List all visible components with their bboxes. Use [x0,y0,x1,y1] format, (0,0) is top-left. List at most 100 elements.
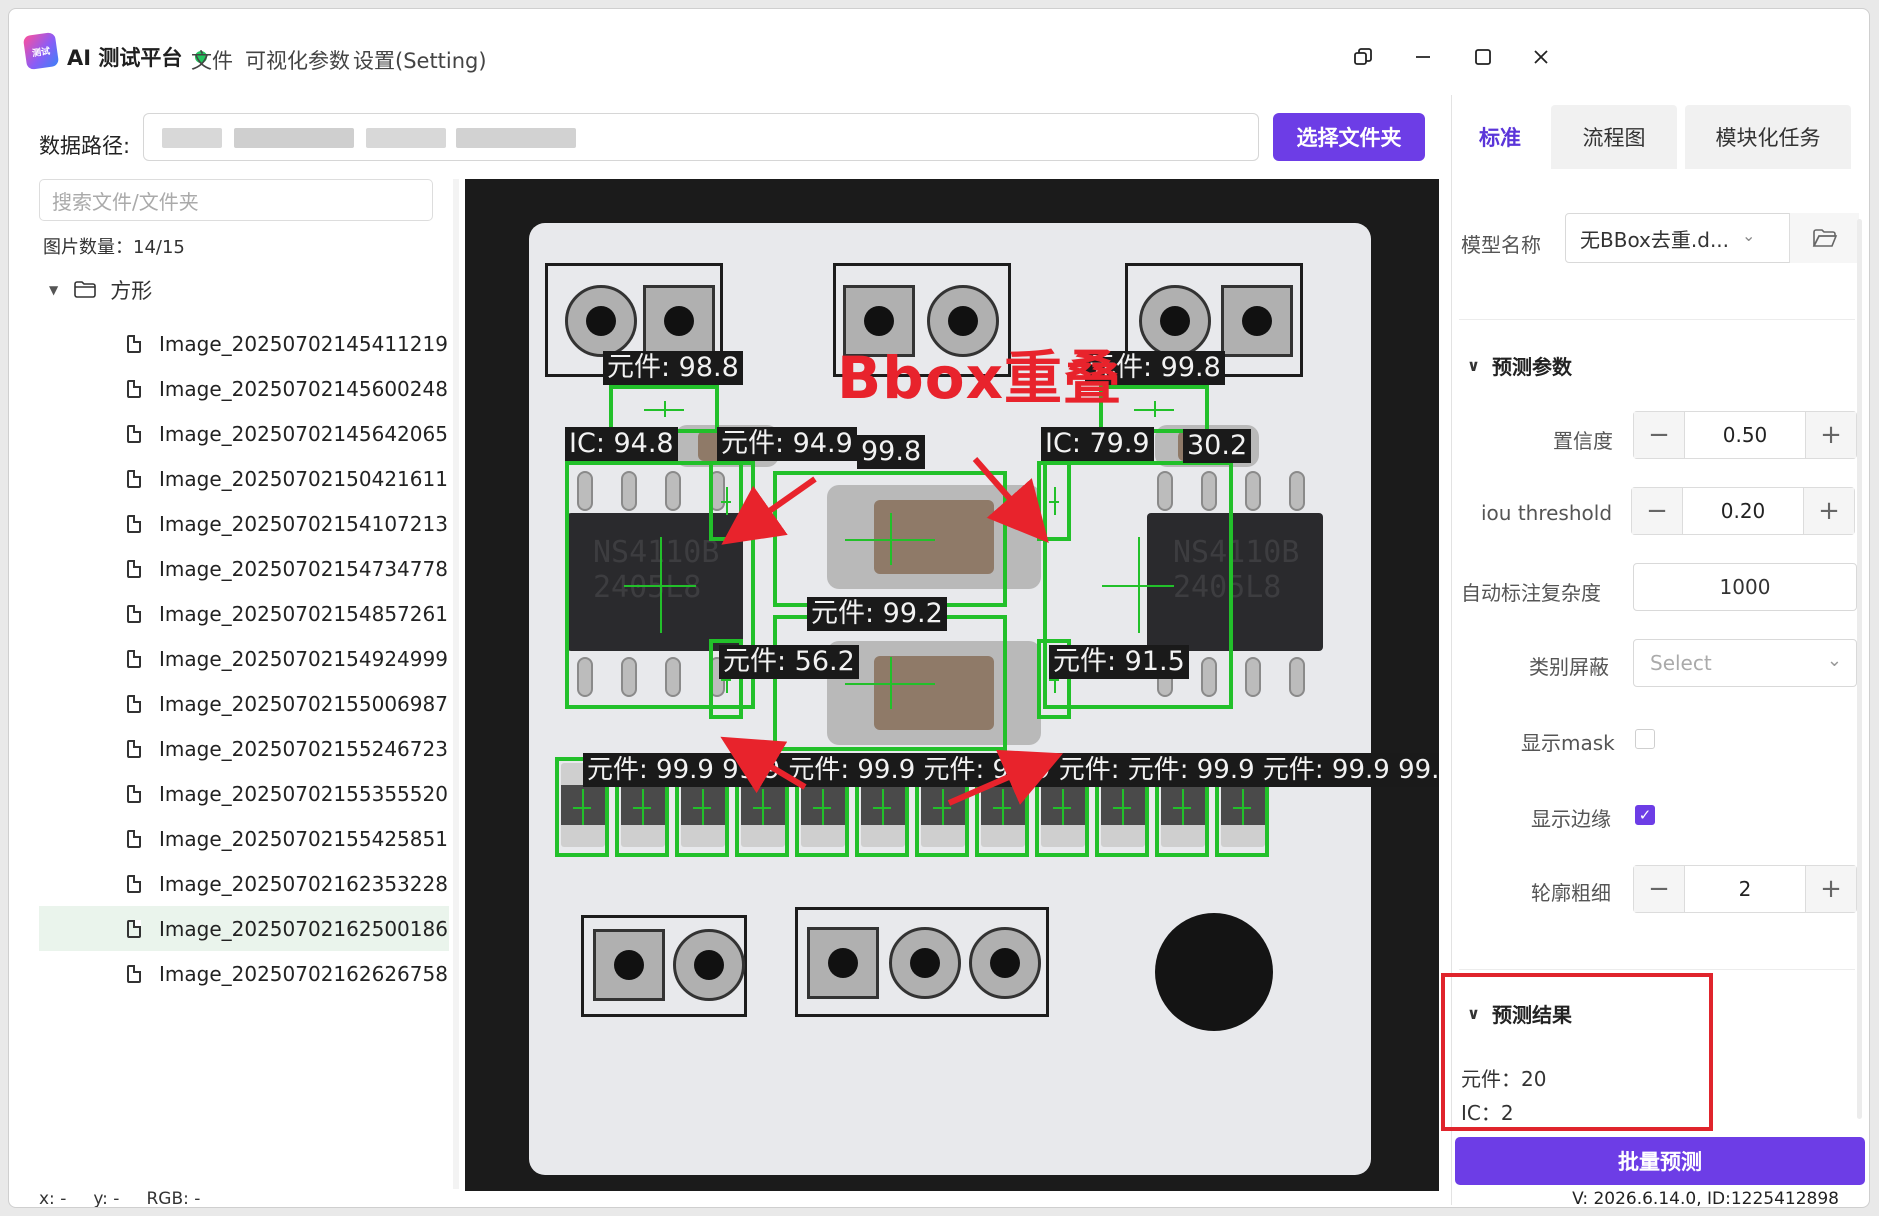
minimize-icon[interactable] [1405,39,1441,75]
iou-stepper[interactable]: − 0.20 + [1631,487,1855,535]
file-icon [127,649,141,668]
file-list-item[interactable]: Image_20250702154734778.bmp [39,546,449,591]
tree-folder-square[interactable]: ▼ 方形 [49,275,152,305]
contour-width-label: 轮廓粗细 [1531,881,1611,905]
batch-predict-button[interactable]: 批量预测 [1455,1137,1865,1185]
right-panel-scrollbar[interactable] [1857,219,1862,1119]
model-select-value: 无BBox去重.d... [1580,227,1730,252]
file-icon [127,739,141,758]
predict-params-header[interactable]: ∨ 预测参数 [1467,351,1572,380]
file-name: Image_20250702150421611.bmp [159,466,449,491]
file-list-item[interactable]: Image_20250702155355520.bmp [39,771,449,816]
menu-settings[interactable]: 设置(Setting) [353,45,487,75]
file-list-item[interactable]: Image_20250702162626758.bmp [39,951,449,996]
open-model-folder-button[interactable] [1789,213,1859,263]
separator [1459,969,1855,970]
file-name: Image_20250702154857261.bmp [159,601,449,626]
file-name: Image_20250702145600248.bmp [159,376,449,401]
file-list-item[interactable]: Image_20250702155425851.bmp [39,816,449,861]
file-name: Image_20250702162353228.bmp [159,871,449,896]
contour-width-stepper[interactable]: − 2 + [1633,865,1857,913]
show-mask-checkbox[interactable] [1635,729,1655,749]
show-edge-checkbox[interactable]: ✓ [1635,805,1655,825]
complexity-value: 1000 [1719,575,1771,599]
choose-folder-button[interactable]: 选择文件夹 [1273,113,1425,161]
right-panel-tabs: 标准 流程图 模块化任务 [1457,105,1859,169]
file-icon [127,514,141,533]
file-search-input[interactable]: 搜索文件/文件夹 [39,179,433,221]
tab-modular-task[interactable]: 模块化任务 [1685,105,1851,169]
iou-label: iou threshold [1481,501,1613,525]
file-icon [127,964,141,983]
increment-button[interactable]: + [1804,488,1854,534]
decrement-button[interactable]: − [1634,866,1684,912]
contour-width-value[interactable]: 2 [1684,866,1806,912]
iou-value[interactable]: 0.20 [1682,488,1804,534]
highlight-frame [1441,973,1713,1131]
file-name: Image_20250702145642065.bmp [159,421,449,446]
file-icon [127,919,141,938]
file-name: Image_20250702155355520.bmp [159,781,449,806]
file-list-item[interactable]: Image_20250702154924999.bmp [39,636,449,681]
file-icon [127,829,141,848]
separator [1459,319,1855,320]
app-logo-icon: 测试 [22,31,60,71]
show-mask-label: 显示mask [1521,731,1615,755]
file-icon [127,604,141,623]
file-name: Image_20250702162500186.bmp [159,916,449,941]
app-window: 测试 AI 测试平台 文件 可视化参数 设置(Setting) 数据路径: 选择… [8,8,1870,1208]
menu-visual-params[interactable]: 可视化参数 [245,45,350,75]
file-list-item[interactable]: Image_20250702154107213.bmp [39,501,449,546]
model-name-label: 模型名称 [1461,233,1541,257]
redacted-path-segment [234,128,354,148]
version-info: V: 2026.6.14.0, ID:1225412898 [1572,1189,1839,1208]
file-panel-scrollbar[interactable] [453,179,459,1189]
file-list-item[interactable]: Image_20250702145411219.bmp [39,321,449,366]
data-path-input[interactable] [143,113,1259,161]
decrement-button[interactable]: − [1632,488,1682,534]
chevron-down-icon: ⌄ [1742,226,1756,245]
tab-flowchart[interactable]: 流程图 [1551,105,1677,169]
caret-down-icon[interactable]: ▼ [49,283,58,297]
restore-window-icon[interactable] [1345,39,1381,75]
file-list-item[interactable]: Image_20250702155006987.bmp [39,681,449,726]
file-list-item[interactable]: Image_20250702150421611.bmp [39,456,449,501]
tab-standard[interactable]: 标准 [1457,105,1543,169]
close-icon[interactable] [1523,39,1559,75]
file-list-item[interactable]: Image_20250702145642065.bmp [39,411,449,456]
file-name: Image_20250702154107213.bmp [159,511,449,536]
file-name: Image_20250702162626758.bmp [159,961,449,986]
increment-button[interactable]: + [1806,866,1856,912]
file-icon [127,784,141,803]
folder-label: 方形 [110,279,153,303]
increment-button[interactable]: + [1806,412,1856,458]
maximize-icon[interactable] [1465,39,1501,75]
complexity-input[interactable]: 1000 [1633,563,1857,611]
class-mask-select[interactable]: Select ⌄ [1633,639,1857,687]
file-list-item[interactable]: Image_20250702145600248.bmp [39,366,449,411]
file-list-item[interactable]: Image_20250702155246723.bmp [39,726,449,771]
file-icon [127,694,141,713]
image-viewer[interactable]: NS4110B 2405L8 NS4110B 2405L8 元件: 98.8 元… [465,179,1439,1191]
confidence-stepper[interactable]: − 0.50 + [1633,411,1857,459]
file-list-item[interactable]: Image_20250702162500186.bmp [39,906,449,951]
decrement-button[interactable]: − [1634,412,1684,458]
file-name: Image_20250702155246723.bmp [159,736,449,761]
file-list-item[interactable]: Image_20250702162353228.bmp [39,861,449,906]
complexity-label: 自动标注复杂度 [1461,581,1601,605]
file-icon [127,379,141,398]
class-mask-placeholder: Select [1650,651,1712,675]
data-path-label: 数据路径: [39,134,131,158]
app-title: AI 测试平台 [67,46,183,70]
file-list-item[interactable]: Image_20250702154857261.bmp [39,591,449,636]
confidence-value[interactable]: 0.50 [1684,412,1806,458]
file-list: Image_20250702145411219.bmp Image_2025070… [39,321,449,996]
annotation-arrows [720,457,1064,806]
menu-file[interactable]: 文件 [191,45,233,75]
file-name: Image_20250702155425851.bmp [159,826,449,851]
predict-params-title: 预测参数 [1492,355,1572,379]
file-icon [127,874,141,893]
file-name: Image_20250702154734778.bmp [159,556,449,581]
class-mask-label: 类别屏蔽 [1529,655,1609,679]
chevron-down-icon: ⌄ [1826,650,1842,671]
